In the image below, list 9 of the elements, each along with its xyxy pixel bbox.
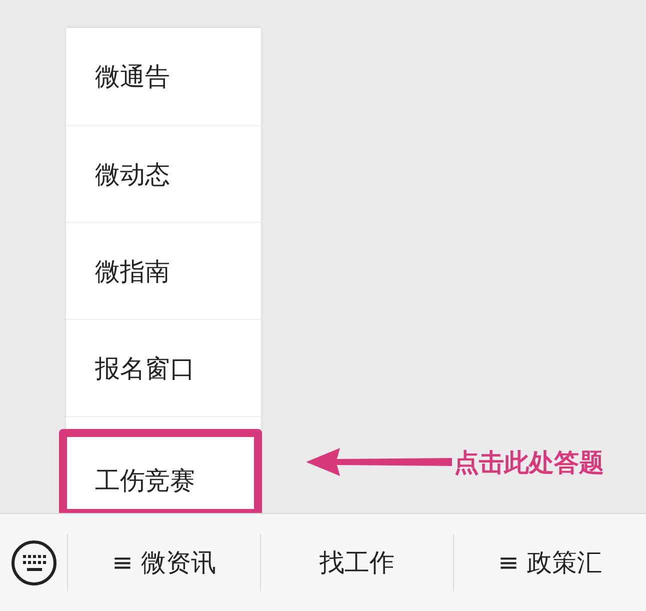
menu-item[interactable]: 微动态 (66, 125, 261, 222)
menu-item[interactable]: 报名窗口 (66, 319, 261, 416)
menu-item[interactable]: 微指南 (66, 222, 261, 319)
bottom-tab[interactable]: 找工作 (261, 514, 453, 611)
bottom-tab[interactable]: ≡ 政策汇 (454, 514, 646, 611)
annotation-text: 点击此处答题 (454, 446, 604, 478)
menu-item[interactable]: 微通告 (66, 28, 261, 125)
bottom-tab[interactable]: ≡ 微资讯 (68, 514, 260, 611)
keyboard-icon[interactable] (10, 540, 56, 586)
